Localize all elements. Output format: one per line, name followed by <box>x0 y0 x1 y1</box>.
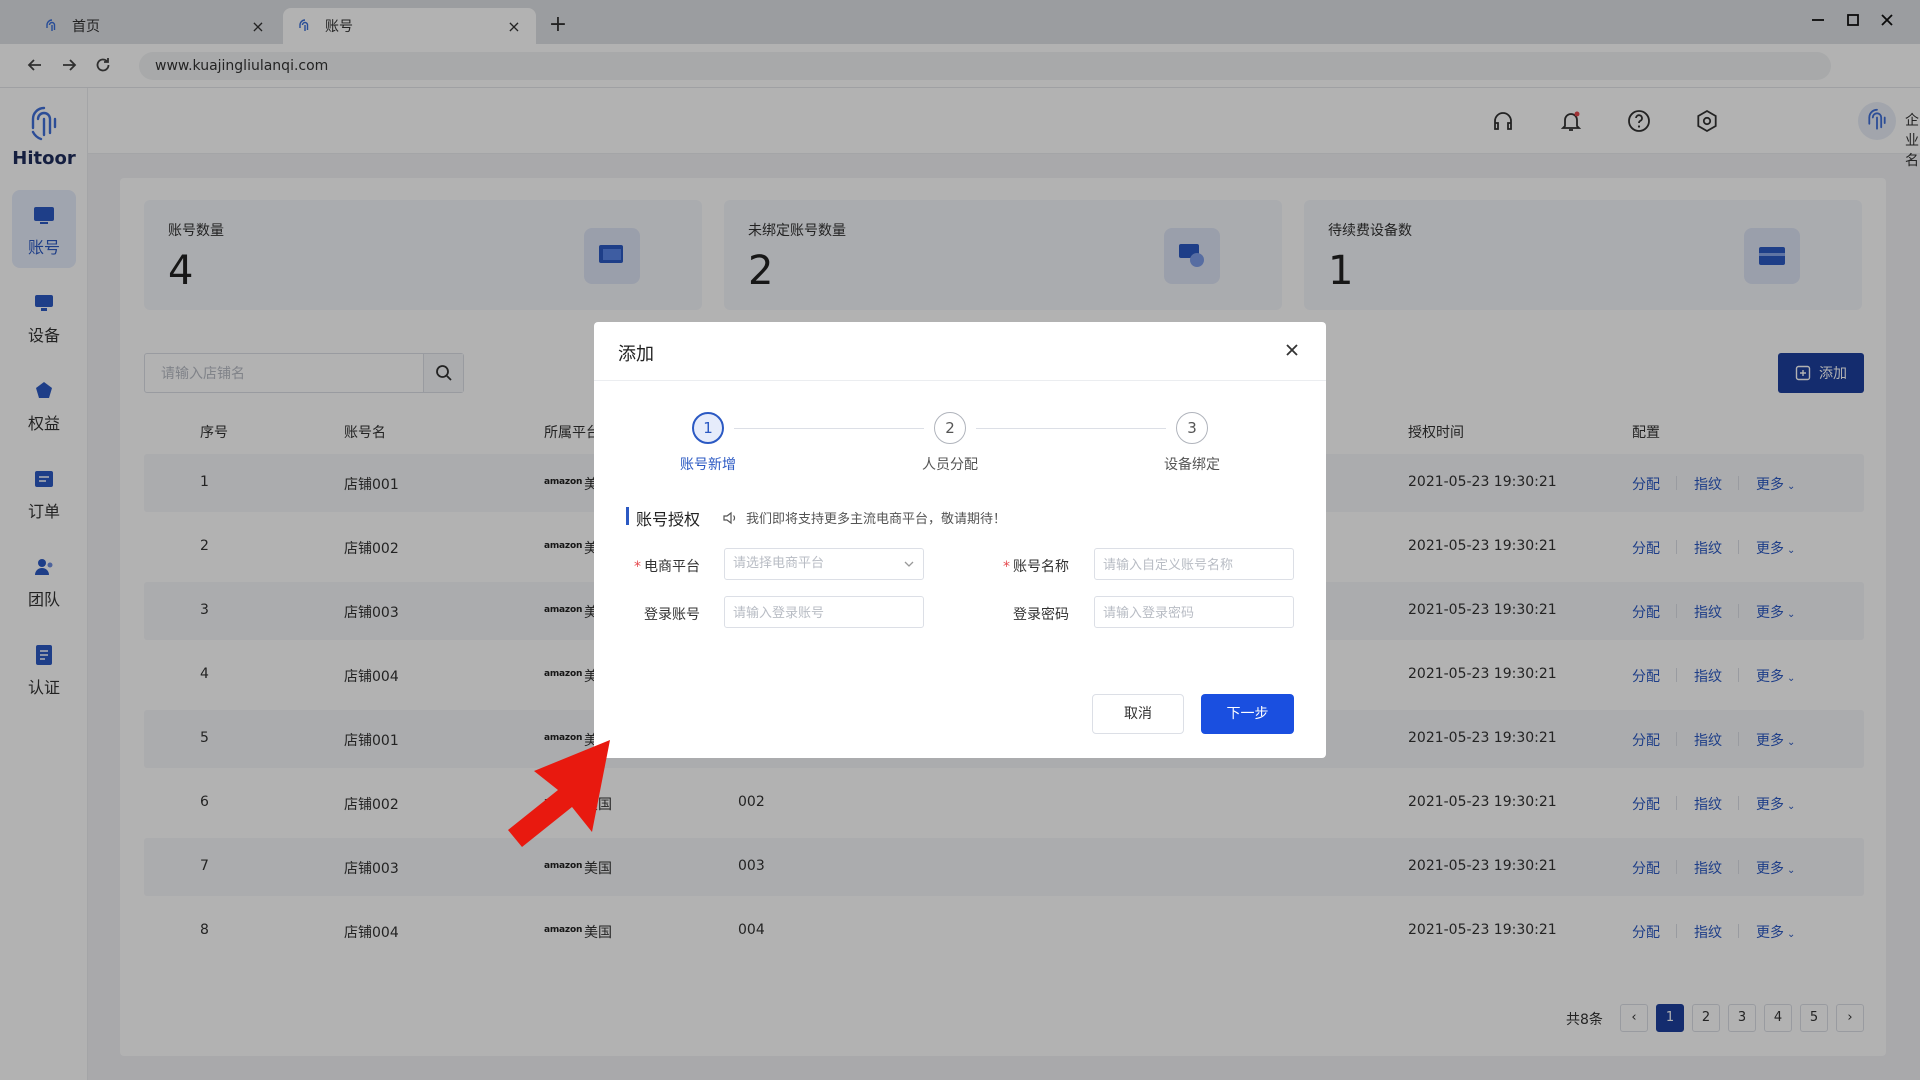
red-arrow-pointer-icon <box>508 740 610 847</box>
close-icon[interactable] <box>1282 340 1302 360</box>
login-account-label: 登录账号 <box>644 607 700 623</box>
cancel-button[interactable]: 取消 <box>1092 694 1184 734</box>
login-account-input[interactable] <box>724 596 924 628</box>
login-password-input[interactable] <box>1094 596 1294 628</box>
account-name-label-text: 账号名称 <box>1013 559 1069 575</box>
add-account-dialog: 添加 1 账号新增 2 人员分配 3 设备绑定 账号授权 我们即将支持更多主流电… <box>594 322 1326 758</box>
account-name-input[interactable] <box>1094 548 1294 580</box>
next-step-button[interactable]: 下一步 <box>1201 694 1294 734</box>
platform-label-text: 电商平台 <box>644 559 700 575</box>
step-number: 1 <box>692 412 724 444</box>
platform-select[interactable]: 请选择电商平台 <box>724 548 924 580</box>
section-accent-bar <box>626 507 629 525</box>
platform-select-placeholder: 请选择电商平台 <box>733 556 825 571</box>
step-label: 设备绑定 <box>1164 457 1220 473</box>
login-password-label: 登录密码 <box>1013 607 1069 623</box>
dialog-divider <box>594 380 1326 381</box>
step-assign-people: 2 人员分配 <box>890 412 1010 474</box>
step-bind-device: 3 设备绑定 <box>1132 412 1252 474</box>
step-number: 2 <box>934 412 966 444</box>
notice-text: 我们即将支持更多主流电商平台，敬请期待！ <box>746 512 1007 527</box>
speaker-icon <box>723 511 736 524</box>
step-label: 账号新增 <box>680 457 736 473</box>
dialog-title: 添加 <box>618 344 654 365</box>
notice: 我们即将支持更多主流电商平台，敬请期待！ <box>722 508 1006 527</box>
account-name-label: * 账号名称 <box>1003 559 1069 575</box>
step-account-new: 1 账号新增 <box>648 412 768 474</box>
step-number: 3 <box>1176 412 1208 444</box>
step-label: 人员分配 <box>922 457 978 473</box>
section-title: 账号授权 <box>636 510 701 529</box>
platform-label: * 电商平台 <box>634 559 700 575</box>
chevron-down-icon <box>904 561 914 567</box>
